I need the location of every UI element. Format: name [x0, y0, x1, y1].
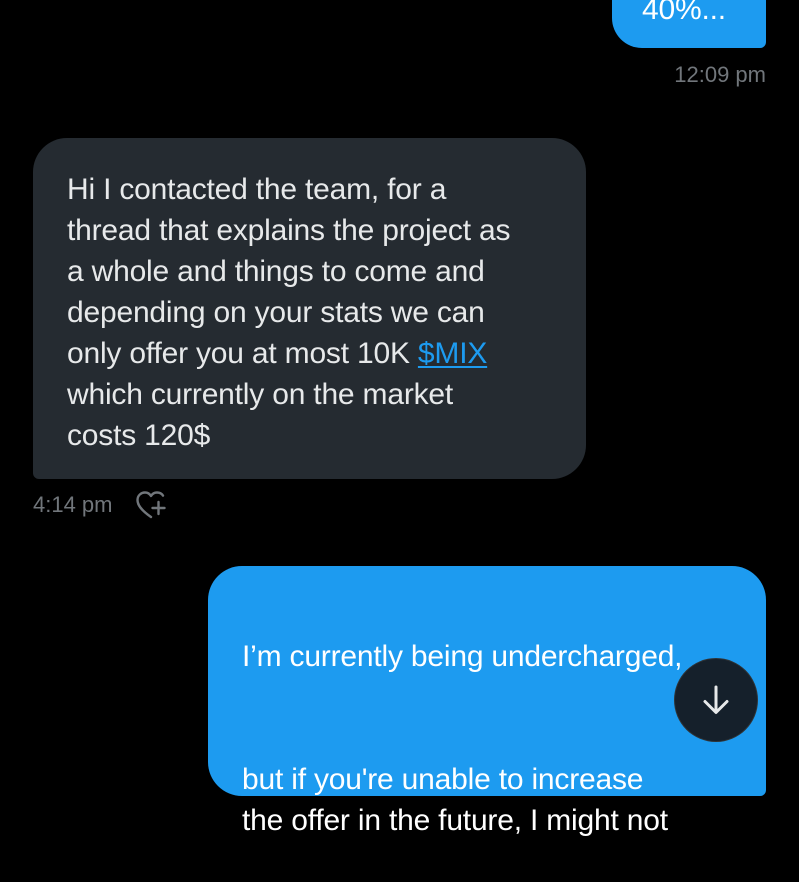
message-text: but if you're unable to increase the off… — [242, 763, 668, 837]
heart-plus-icon — [135, 491, 166, 519]
arrow-down-icon — [703, 685, 729, 714]
message-bubble-incoming[interactable]: Hi I contacted the team, for a thread th… — [33, 138, 586, 479]
message-meta: 4:14 pm — [33, 488, 168, 522]
scroll-to-bottom-button[interactable] — [675, 659, 757, 741]
message-text: 40%... — [642, 0, 726, 26]
message-text: I’m currently being undercharged, — [242, 640, 683, 673]
message-text: which currently on the market costs 120$ — [67, 378, 454, 452]
message-timestamp: 4:14 pm — [33, 492, 113, 517]
message-bubble-outgoing[interactable]: 40%... — [612, 0, 766, 48]
cashtag-link[interactable]: $MIX — [418, 337, 487, 370]
message-timestamp: 12:09 pm — [674, 62, 766, 87]
add-reaction-button[interactable] — [134, 488, 168, 522]
